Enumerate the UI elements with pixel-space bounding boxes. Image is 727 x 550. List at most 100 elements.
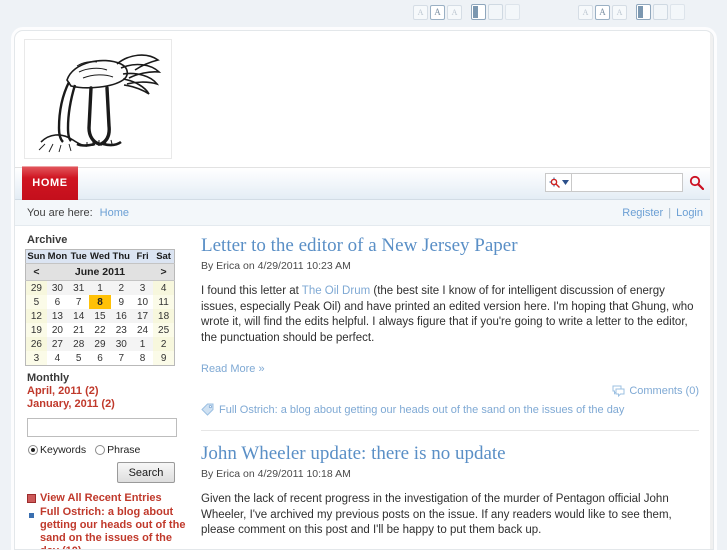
- account-links-separator: |: [668, 207, 671, 219]
- calendar-day[interactable]: 29: [89, 337, 110, 351]
- calendar-day[interactable]: 10: [132, 295, 153, 309]
- breadcrumb-prefix: You are here:: [27, 207, 93, 219]
- calendar-day[interactable]: 30: [47, 281, 68, 296]
- main-navigation: HOME: [15, 167, 713, 200]
- calendar-day[interactable]: 28: [68, 337, 89, 351]
- phrase-radio[interactable]: [95, 445, 105, 455]
- search-mode-phrase[interactable]: Phrase: [95, 444, 140, 456]
- post-title-link[interactable]: John Wheeler update: there is no update: [201, 443, 506, 464]
- sidebar-search-input[interactable]: [27, 418, 177, 437]
- split-view-button-2[interactable]: [636, 4, 651, 20]
- archive-calendar: < June 2011 > Sun Mon Tue Wed Thu Fri Sa…: [25, 249, 175, 366]
- calendar-day[interactable]: 14: [68, 309, 89, 323]
- search-input[interactable]: [571, 173, 683, 192]
- calendar-day[interactable]: 15: [89, 309, 110, 323]
- decrease-font-button-2[interactable]: A: [578, 5, 593, 20]
- comments-row[interactable]: Comments (0): [201, 385, 699, 397]
- calendar-day[interactable]: 26: [26, 337, 47, 351]
- calendar-day[interactable]: 1: [89, 281, 110, 296]
- archive-heading: Archive: [27, 234, 193, 246]
- bullet-icon: [29, 513, 34, 518]
- calendar-day[interactable]: 9: [111, 295, 132, 309]
- calendar-day[interactable]: 5: [26, 295, 47, 309]
- calendar-day[interactable]: 21: [68, 323, 89, 337]
- calendar-day[interactable]: 22: [89, 323, 110, 337]
- site-logo[interactable]: [24, 39, 172, 159]
- collapse-box-icon[interactable]: [27, 494, 36, 503]
- magnifier-icon: [689, 175, 704, 190]
- calendar-day[interactable]: 7: [111, 351, 132, 366]
- calendar-next-month-button[interactable]: >: [153, 264, 174, 281]
- search-scope-button[interactable]: [545, 173, 571, 192]
- calendar-week-row: 2930311234: [26, 281, 175, 296]
- normal-font-button-2[interactable]: A: [595, 5, 610, 20]
- calendar-day[interactable]: 25: [153, 323, 174, 337]
- keywords-radio[interactable]: [28, 445, 38, 455]
- calendar-day[interactable]: 11: [153, 295, 174, 309]
- nav-item-home[interactable]: HOME: [22, 166, 78, 200]
- increase-font-button-2[interactable]: A: [612, 5, 627, 20]
- calendar-day[interactable]: 1: [132, 337, 153, 351]
- login-link[interactable]: Login: [676, 207, 703, 219]
- calendar-week-row: 262728293012: [26, 337, 175, 351]
- single-view-button[interactable]: [488, 4, 503, 20]
- search-submit-button[interactable]: [683, 173, 705, 192]
- calendar-day-today[interactable]: 8: [89, 295, 110, 309]
- calendar-day[interactable]: 24: [132, 323, 153, 337]
- post-byline: By Erica on 4/29/2011 10:23 AM: [201, 260, 699, 272]
- search-mode-keywords[interactable]: Keywords: [28, 444, 86, 456]
- calendar-day[interactable]: 5: [68, 351, 89, 366]
- monthly-link-january-2011[interactable]: January, 2011 (2): [27, 398, 193, 411]
- calendar-day[interactable]: 8: [132, 351, 153, 366]
- recent-blog-row[interactable]: Full Ostrich: a blog about getting our h…: [27, 506, 193, 550]
- comments-link[interactable]: Comments (0): [629, 385, 699, 397]
- calendar-day[interactable]: 2: [153, 337, 174, 351]
- breadcrumb-item-home[interactable]: Home: [100, 207, 129, 219]
- calendar-prev-month-button[interactable]: <: [26, 264, 47, 281]
- calendar-day[interactable]: 13: [47, 309, 68, 323]
- increase-font-button[interactable]: A: [447, 5, 462, 20]
- calendar-day[interactable]: 4: [47, 351, 68, 366]
- post-body-link[interactable]: The Oil Drum: [302, 285, 370, 297]
- calendar-week-row: 567891011: [26, 295, 175, 309]
- view-all-recent-entries-row[interactable]: View All Recent Entries: [27, 492, 193, 506]
- calendar-day[interactable]: 30: [111, 337, 132, 351]
- calendar-day[interactable]: 18: [153, 309, 174, 323]
- post-body-pre: I found this letter at: [201, 285, 302, 297]
- calendar-day[interactable]: 6: [89, 351, 110, 366]
- calendar-day[interactable]: 23: [111, 323, 132, 337]
- calendar-day[interactable]: 27: [47, 337, 68, 351]
- monthly-link-april-2011[interactable]: April, 2011 (2): [27, 385, 193, 398]
- view-all-recent-entries-link[interactable]: View All Recent Entries: [40, 492, 162, 506]
- read-more-link[interactable]: Read More »: [201, 363, 265, 375]
- calendar-day[interactable]: 3: [132, 281, 153, 296]
- normal-font-button[interactable]: A: [430, 5, 445, 20]
- tag-link[interactable]: Full Ostrich: a blog about getting our h…: [219, 404, 624, 416]
- single-view-button-2[interactable]: [653, 4, 668, 20]
- calendar-day[interactable]: 2: [111, 281, 132, 296]
- wide-view-button-2[interactable]: [670, 4, 685, 20]
- wide-view-button[interactable]: [505, 4, 520, 20]
- split-view-button[interactable]: [471, 4, 486, 20]
- calendar-day[interactable]: 3: [26, 351, 47, 366]
- calendar-day[interactable]: 4: [153, 281, 174, 296]
- page-scrollbar[interactable]: [710, 31, 713, 549]
- calendar-month-label: June 2011: [47, 264, 153, 281]
- calendar-day[interactable]: 19: [26, 323, 47, 337]
- decrease-font-button[interactable]: A: [413, 5, 428, 20]
- register-link[interactable]: Register: [622, 207, 663, 219]
- calendar-day[interactable]: 7: [68, 295, 89, 309]
- calendar-week-row: 19202122232425: [26, 323, 175, 337]
- calendar-day[interactable]: 12: [26, 309, 47, 323]
- calendar-day[interactable]: 29: [26, 281, 47, 296]
- calendar-day[interactable]: 16: [111, 309, 132, 323]
- calendar-day[interactable]: 20: [47, 323, 68, 337]
- calendar-day[interactable]: 6: [47, 295, 68, 309]
- recent-blog-link[interactable]: Full Ostrich: a blog about getting our h…: [40, 506, 193, 550]
- calendar-day-header: Sun Mon Tue Wed Thu Fri Sat: [26, 250, 175, 264]
- calendar-day[interactable]: 9: [153, 351, 174, 366]
- calendar-day[interactable]: 17: [132, 309, 153, 323]
- sidebar-search-button[interactable]: Search: [117, 462, 175, 483]
- post-title-link[interactable]: Letter to the editor of a New Jersey Pap…: [201, 235, 518, 256]
- calendar-day[interactable]: 31: [68, 281, 89, 296]
